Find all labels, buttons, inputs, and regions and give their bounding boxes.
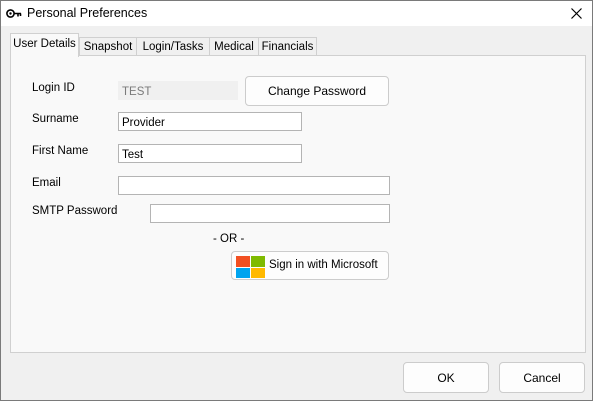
tab-medical[interactable]: Medical: [209, 37, 259, 56]
close-button[interactable]: [561, 1, 592, 26]
cancel-button[interactable]: Cancel: [499, 362, 585, 393]
surname-field[interactable]: [118, 112, 302, 131]
user-details-panel: Login ID Change Password Surname First N…: [10, 55, 586, 353]
first-name-label: First Name: [32, 145, 89, 157]
window-title: Personal Preferences: [27, 6, 148, 20]
smtp-password-label: SMTP Password: [32, 205, 118, 217]
login-id-label: Login ID: [32, 82, 75, 94]
surname-label: Surname: [32, 113, 79, 125]
personal-preferences-dialog: Personal Preferences User Details Snapsh…: [0, 0, 593, 401]
tab-financials[interactable]: Financials: [258, 37, 317, 56]
first-name-field[interactable]: [118, 144, 302, 163]
tab-snapshot[interactable]: Snapshot: [79, 37, 137, 56]
email-label: Email: [32, 177, 61, 189]
sign-in-with-microsoft-button[interactable]: Sign in with Microsoft: [231, 251, 389, 280]
change-password-button[interactable]: Change Password: [245, 76, 389, 106]
title-bar: Personal Preferences: [1, 1, 592, 26]
tab-login-tasks[interactable]: Login/Tasks: [136, 37, 210, 56]
login-id-field: [118, 81, 238, 100]
ok-button[interactable]: OK: [403, 362, 489, 393]
microsoft-logo-icon: [236, 256, 265, 278]
close-icon: [571, 8, 582, 19]
or-separator: - OR -: [213, 233, 245, 245]
email-field[interactable]: [118, 176, 390, 195]
tab-user-details[interactable]: User Details: [10, 33, 79, 57]
key-icon: [6, 7, 22, 20]
smtp-password-field[interactable]: [150, 204, 390, 223]
sign-in-with-microsoft-label: Sign in with Microsoft: [269, 259, 378, 271]
